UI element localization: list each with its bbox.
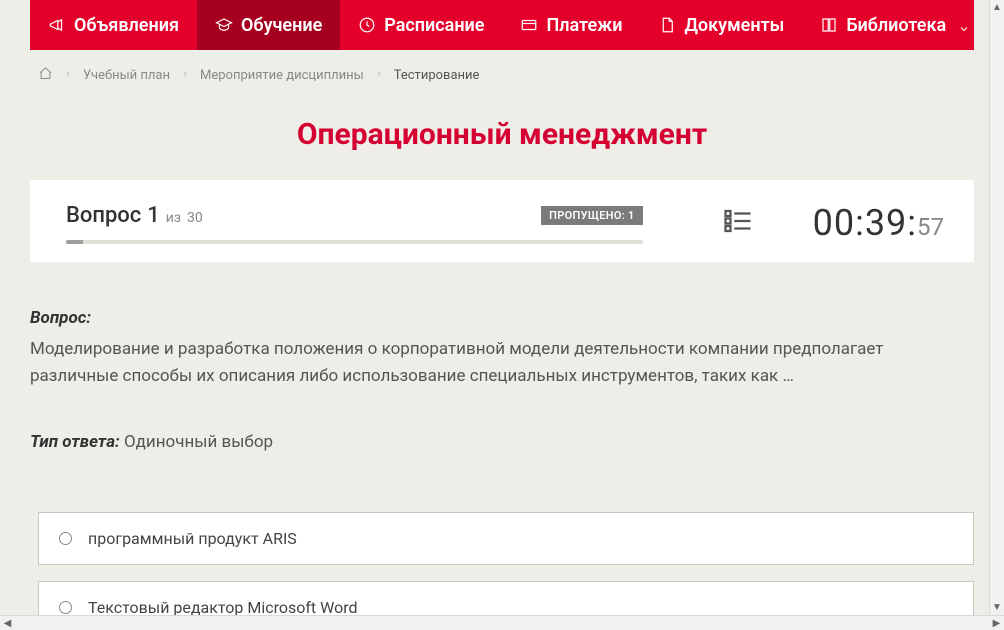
breadcrumb-item-current: Тестирование bbox=[394, 68, 480, 83]
answer-option[interactable]: программный продукт ARIS bbox=[38, 512, 974, 565]
answer-type-label: Тип ответа: bbox=[30, 432, 120, 452]
chevron-right-icon bbox=[374, 68, 384, 83]
top-nav: Объявления Обучение Расписание Платежи Д… bbox=[30, 0, 974, 50]
nav-item-documents[interactable]: Документы bbox=[640, 0, 802, 50]
question-total: 30 bbox=[187, 210, 203, 226]
radio-icon[interactable] bbox=[59, 601, 72, 614]
answer-type-value: Одиночный выбор bbox=[124, 432, 273, 452]
book-icon bbox=[820, 16, 838, 34]
question-of: из bbox=[166, 210, 181, 226]
clock-icon bbox=[358, 16, 376, 34]
nav-item-schedule[interactable]: Расписание bbox=[340, 0, 502, 50]
radio-icon[interactable] bbox=[59, 532, 72, 545]
breadcrumb-item[interactable]: Мероприятие дисциплины bbox=[200, 68, 364, 83]
chevron-right-icon bbox=[180, 68, 190, 83]
scroll-up-icon[interactable]: ▲ bbox=[990, 0, 1004, 15]
timer-main: 00:39: bbox=[813, 202, 917, 244]
nav-label: Расписание bbox=[384, 15, 484, 36]
answer-options: программный продукт ARIS Текстовый редак… bbox=[0, 512, 1004, 615]
question-list-icon[interactable] bbox=[723, 206, 753, 240]
nav-label: Библиотека bbox=[846, 15, 946, 36]
nav-item-learning[interactable]: Обучение bbox=[197, 0, 340, 50]
question-number: 1 bbox=[147, 203, 160, 228]
progress-fill bbox=[66, 240, 83, 244]
nav-label: Обучение bbox=[241, 15, 322, 36]
question-area: Вопрос: Моделирование и разработка полож… bbox=[0, 262, 1004, 512]
option-text: Текстовый редактор Microsoft Word bbox=[88, 598, 358, 615]
home-icon[interactable] bbox=[38, 66, 53, 85]
progress-bar bbox=[66, 240, 643, 244]
nav-label: Документы bbox=[684, 15, 784, 36]
vertical-scrollbar[interactable]: ▲ ▼ bbox=[989, 0, 1004, 615]
nav-item-library[interactable]: Библиотека bbox=[802, 0, 988, 50]
chevron-down-icon bbox=[958, 19, 970, 31]
nav-label: Объявления bbox=[74, 15, 179, 36]
timer-seconds: 57 bbox=[917, 213, 944, 241]
nav-item-announcements[interactable]: Объявления bbox=[30, 0, 197, 50]
answer-option[interactable]: Текстовый редактор Microsoft Word bbox=[38, 581, 974, 615]
megaphone-icon bbox=[48, 16, 66, 34]
nav-item-payments[interactable]: Платежи bbox=[502, 0, 640, 50]
document-icon bbox=[658, 16, 676, 34]
graduation-cap-icon bbox=[215, 16, 233, 34]
card-icon bbox=[520, 16, 538, 34]
breadcrumb: Учебный план Мероприятие дисциплины Тест… bbox=[0, 50, 1004, 99]
scroll-down-icon[interactable]: ▼ bbox=[990, 600, 1004, 615]
breadcrumb-item[interactable]: Учебный план bbox=[83, 68, 170, 83]
timer: 00:39:57 bbox=[813, 202, 944, 244]
question-label: Вопрос: bbox=[30, 308, 974, 328]
skipped-badge: ПРОПУЩЕНО: 1 bbox=[541, 206, 642, 225]
scroll-right-icon[interactable]: ▶ bbox=[989, 616, 1004, 630]
scroll-left-icon[interactable]: ◀ bbox=[0, 616, 15, 630]
nav-label: Платежи bbox=[546, 15, 622, 36]
question-word: Вопрос bbox=[66, 203, 141, 228]
option-text: программный продукт ARIS bbox=[88, 529, 297, 548]
chevron-right-icon bbox=[63, 68, 73, 83]
status-panel: Вопрос 1 из 30 ПРОПУЩЕНО: 1 00:39:57 bbox=[30, 180, 974, 262]
page-title: Операционный менеджмент bbox=[0, 117, 1004, 152]
question-text: Моделирование и разработка положения о к… bbox=[30, 336, 974, 390]
question-progress: Вопрос 1 из 30 ПРОПУЩЕНО: 1 bbox=[66, 203, 643, 244]
horizontal-scrollbar[interactable]: ◀ ▶ bbox=[0, 615, 1004, 630]
